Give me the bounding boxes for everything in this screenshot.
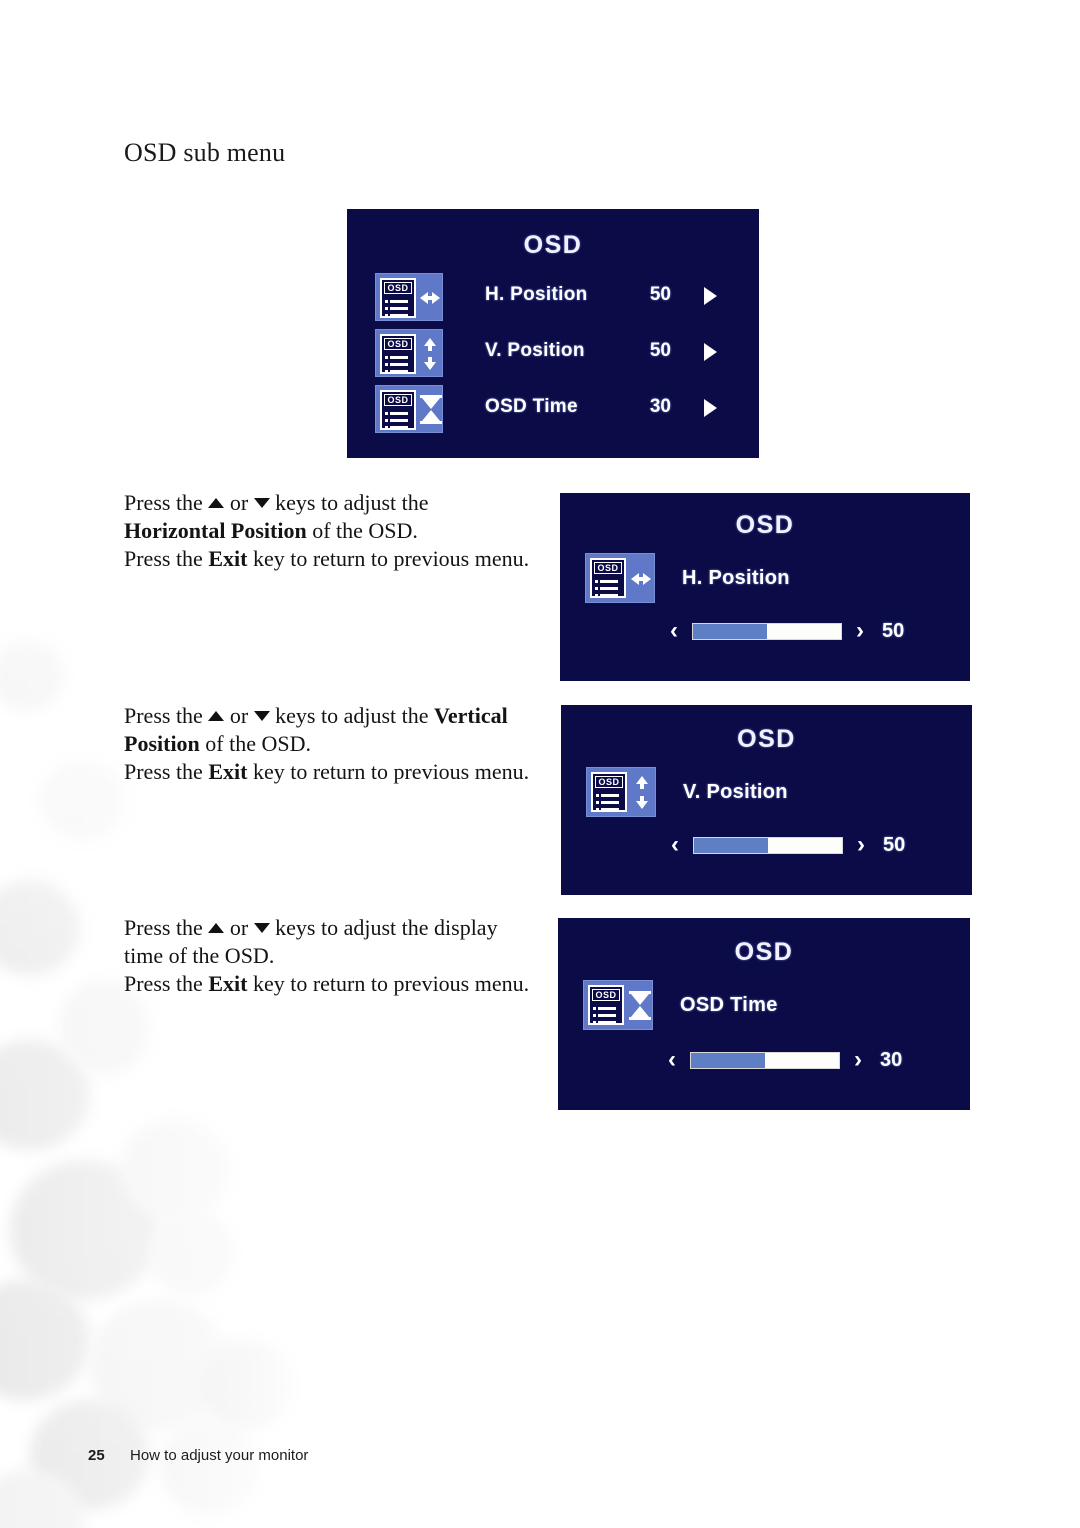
exit-key-emphasis: Exit <box>208 759 248 785</box>
instruction-text: or <box>229 703 249 728</box>
page-number: 25 <box>88 1447 105 1464</box>
osd-h-position-panel: OSD OSD H. Position ‹ › 50 <box>560 493 970 681</box>
up-arrow-key-icon <box>208 498 225 508</box>
osd-panel-value: 50 <box>882 619 905 642</box>
instruction-vertical-position: Press the or keys to adjust the Vertical… <box>124 702 574 786</box>
instruction-text: key to return to previous menu. <box>252 971 530 997</box>
osd-slider[interactable]: ‹ › 30 <box>668 1048 902 1072</box>
instruction-emphasis: Horizontal Position <box>124 518 307 544</box>
menu-row[interactable]: OSD V. Position 50 <box>375 329 739 379</box>
instruction-line-1: Press the or keys to adjust the <box>124 489 554 517</box>
page-title: OSD sub menu <box>124 138 286 167</box>
instruction-text: keys to adjust the display <box>275 915 498 940</box>
page-footer: 25 How to adjust your monitor <box>88 1447 308 1464</box>
instruction-text: Press the <box>124 971 203 997</box>
instruction-text: keys to adjust the <box>275 490 429 515</box>
menu-row[interactable]: OSD H. Position 50 <box>375 273 739 323</box>
increase-chevron-icon[interactable]: › <box>854 1048 862 1072</box>
instruction-text: Press the <box>124 546 203 572</box>
instruction-text: or <box>229 915 249 940</box>
osd-vertical-position-icon: OSD <box>586 767 656 817</box>
osd-v-position-panel: OSD OSD V. Position ‹ › 50 <box>561 705 972 895</box>
right-caret-icon <box>704 399 717 417</box>
instruction-line-3: Press the Exit key to return to previous… <box>124 758 574 786</box>
osd-horizontal-position-icon: OSD <box>585 553 655 603</box>
slider-fill <box>691 1052 765 1068</box>
up-arrow-key-icon <box>208 711 225 721</box>
osd-slider[interactable]: ‹ › 50 <box>670 619 904 643</box>
osd-main-menu-screenshot: OSD OSD H. Position 50 OSD V. Position 5… <box>347 209 759 458</box>
instruction-line-3: Press the Exit key to return to previous… <box>124 545 554 573</box>
osd-time-icon: OSD <box>375 385 443 433</box>
decrease-chevron-icon[interactable]: ‹ <box>671 833 679 857</box>
instruction-text: Press the <box>124 759 203 785</box>
instruction-text: time of the OSD. <box>124 943 275 969</box>
menu-row-label: V. Position <box>485 340 585 361</box>
slider-track[interactable] <box>690 1051 840 1069</box>
instruction-text: key to return to previous menu. <box>252 546 530 572</box>
menu-row-label: OSD Time <box>485 396 578 417</box>
osd-panel-value: 30 <box>880 1048 903 1071</box>
slider-fill <box>693 623 767 639</box>
osd-panel-title: OSD <box>735 511 795 539</box>
osd-slider[interactable]: ‹ › 50 <box>671 833 905 857</box>
osd-panel-value: 50 <box>883 833 906 856</box>
down-arrow-key-icon <box>253 711 270 721</box>
instruction-line-2: Horizontal Position of the OSD. <box>124 517 554 545</box>
osd-horizontal-position-icon: OSD <box>375 273 443 321</box>
instruction-line-2: time of the OSD. <box>124 942 574 970</box>
instruction-text: of the OSD. <box>312 518 418 544</box>
instruction-line-2: Position of the OSD. <box>124 730 574 758</box>
slider-track[interactable] <box>693 836 843 854</box>
hourglass-icon <box>420 395 442 425</box>
osd-panel-label: H. Position <box>682 567 790 589</box>
down-arrow-key-icon <box>253 498 270 508</box>
slider-track[interactable] <box>692 622 842 640</box>
instruction-line-3: Press the Exit key to return to previous… <box>124 970 574 998</box>
instruction-emphasis: Position <box>124 731 200 757</box>
right-caret-icon <box>704 343 717 361</box>
osd-menu-title: OSD <box>523 231 583 259</box>
menu-row-value: 50 <box>649 284 671 305</box>
osd-panel-title: OSD <box>734 938 794 966</box>
instruction-emphasis: Vertical <box>434 703 508 728</box>
instruction-text: or <box>229 490 249 515</box>
slider-fill <box>694 837 768 853</box>
menu-row-value: 30 <box>649 396 671 417</box>
menu-row[interactable]: OSD OSD Time 30 <box>375 385 739 435</box>
increase-chevron-icon[interactable]: › <box>856 619 864 643</box>
instruction-osd-time: Press the or keys to adjust the display … <box>124 914 574 998</box>
instruction-text: keys to adjust the <box>275 703 429 728</box>
osd-time-panel: OSD OSD OSD Time ‹ › 30 <box>558 918 970 1110</box>
decrease-chevron-icon[interactable]: ‹ <box>668 1048 676 1072</box>
osd-time-icon: OSD <box>583 980 653 1030</box>
menu-row-value: 50 <box>649 340 671 361</box>
instruction-line-1: Press the or keys to adjust the Vertical <box>124 702 574 730</box>
instruction-text: Press the <box>124 703 203 728</box>
down-arrow-key-icon <box>253 923 270 933</box>
decrease-chevron-icon[interactable]: ‹ <box>670 619 678 643</box>
osd-panel-title: OSD <box>737 725 796 753</box>
instruction-line-1: Press the or keys to adjust the display <box>124 914 574 942</box>
instruction-text: of the OSD. <box>205 731 312 757</box>
instruction-text: key to return to previous menu. <box>252 759 530 785</box>
osd-panel-label: OSD Time <box>680 994 778 1016</box>
exit-key-emphasis: Exit <box>208 971 248 997</box>
osd-vertical-position-icon: OSD <box>375 329 443 377</box>
footer-section-title: How to adjust your monitor <box>130 1447 309 1464</box>
up-arrow-key-icon <box>208 923 225 933</box>
instruction-text: Press the <box>124 490 203 515</box>
menu-row-label: H. Position <box>485 284 588 305</box>
instruction-horizontal-position: Press the or keys to adjust the Horizont… <box>124 489 554 573</box>
exit-key-emphasis: Exit <box>208 546 248 572</box>
increase-chevron-icon[interactable]: › <box>857 833 865 857</box>
instruction-text: Press the <box>124 915 203 940</box>
right-caret-icon <box>704 287 717 305</box>
hourglass-icon <box>629 991 651 1021</box>
osd-panel-label: V. Position <box>683 781 788 803</box>
